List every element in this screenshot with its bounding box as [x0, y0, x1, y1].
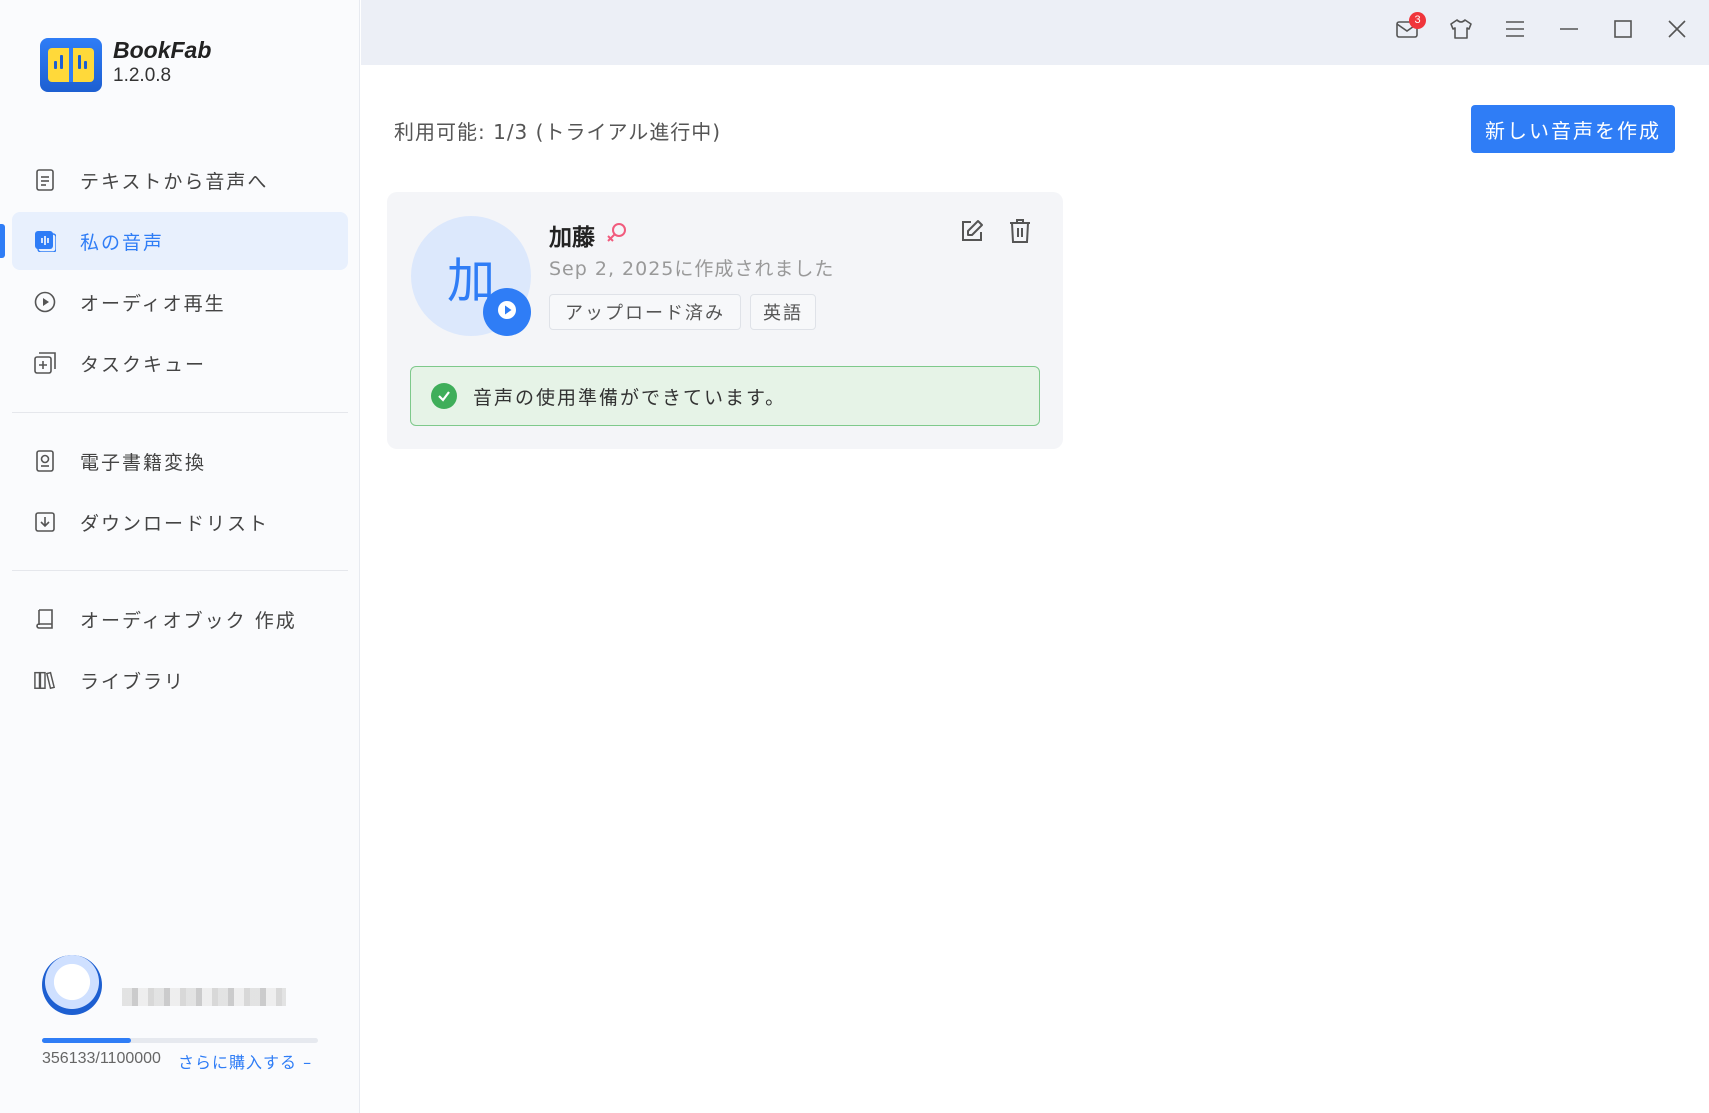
username-blurred	[122, 988, 286, 1006]
user-avatar[interactable]	[42, 955, 102, 1015]
sidebar-item-text-to-speech[interactable]: テキストから音声へ	[12, 151, 348, 209]
status-ready-banner: 音声の使用準備ができています。	[410, 366, 1040, 426]
audiobook-icon	[34, 608, 56, 630]
menu-button[interactable]	[1500, 16, 1530, 46]
theme-button[interactable]	[1446, 16, 1476, 46]
sidebar-item-audio-playback[interactable]: オーディオ再生	[12, 273, 348, 331]
female-icon	[605, 221, 629, 245]
status-message: 音声の使用準備ができています。	[473, 386, 787, 409]
check-icon	[431, 383, 457, 409]
sidebar-item-label: テキストから音声へ	[80, 170, 269, 193]
buy-more-link[interactable]: さらに購入する –	[178, 1049, 312, 1073]
tag-uploaded: アップロード済み	[549, 294, 741, 330]
maximize-button[interactable]	[1608, 16, 1638, 46]
active-indicator	[0, 224, 5, 258]
edit-icon	[959, 218, 985, 248]
sidebar-item-ebook-conversion[interactable]: 電子書籍変換	[12, 432, 348, 490]
sidebar: BookFab 1.2.0.8 テキストから音声へ 私の音声 オーディオ再生 タ…	[0, 0, 360, 1113]
library-icon	[34, 669, 56, 691]
delete-voice-button[interactable]	[1005, 218, 1035, 248]
sidebar-item-label: オーディオブック 作成	[80, 609, 297, 632]
sidebar-divider	[12, 412, 348, 413]
voice-card: 加 加藤 Sep 2, 2025に作成されました アップロード済み 英語 音声の…	[387, 192, 1063, 449]
sidebar-item-library[interactable]: ライブラリ	[12, 651, 348, 709]
play-icon	[497, 300, 517, 324]
voice-icon	[34, 230, 56, 252]
edit-voice-button[interactable]	[957, 218, 987, 248]
tag-language: 英語	[750, 294, 816, 330]
download-icon	[34, 511, 56, 533]
play-voice-button[interactable]	[483, 288, 531, 336]
shirt-icon	[1449, 18, 1473, 44]
app-name: BookFab	[113, 37, 212, 63]
quota-text: 356133/1100000	[42, 1050, 161, 1067]
ebook-icon	[34, 450, 56, 472]
close-icon	[1667, 19, 1687, 43]
play-circle-icon	[34, 291, 56, 313]
app-version: 1.2.0.8	[113, 65, 172, 86]
minimize-button[interactable]	[1554, 16, 1584, 46]
availability-text: 利用可能: 1/3 (トライアル進行中)	[394, 120, 722, 144]
sidebar-item-label: 電子書籍変換	[80, 451, 207, 474]
voice-name: 加藤	[549, 225, 595, 251]
trash-icon	[1008, 218, 1032, 248]
hamburger-icon	[1504, 20, 1526, 42]
mail-badge: 3	[1409, 12, 1426, 29]
quota-progress-fill	[42, 1038, 132, 1043]
sidebar-item-my-voices[interactable]: 私の音声	[12, 212, 348, 270]
close-button[interactable]	[1662, 16, 1692, 46]
sidebar-item-label: タスクキュー	[80, 353, 207, 376]
create-new-voice-button[interactable]: 新しい音声を作成	[1471, 105, 1675, 153]
sidebar-item-label: 私の音声	[80, 231, 165, 254]
app-logo-icon	[40, 38, 102, 92]
minimize-icon	[1558, 20, 1580, 42]
sidebar-item-label: ライブラリ	[80, 670, 186, 693]
sidebar-divider	[12, 570, 348, 571]
mail-button[interactable]: 3	[1392, 12, 1426, 46]
sidebar-item-task-queue[interactable]: タスクキュー	[12, 334, 348, 392]
quota-progress-bar	[42, 1038, 318, 1043]
sidebar-item-create-audiobook[interactable]: オーディオブック 作成	[12, 590, 348, 648]
maximize-icon	[1613, 19, 1633, 43]
document-icon	[34, 169, 56, 191]
task-queue-icon	[34, 352, 56, 374]
sidebar-item-label: ダウンロードリスト	[80, 512, 270, 535]
sidebar-item-download-list[interactable]: ダウンロードリスト	[12, 493, 348, 551]
sidebar-item-label: オーディオ再生	[80, 292, 226, 315]
voice-created-date: Sep 2, 2025に作成されました	[549, 258, 835, 280]
title-bar: 3	[361, 0, 1709, 65]
